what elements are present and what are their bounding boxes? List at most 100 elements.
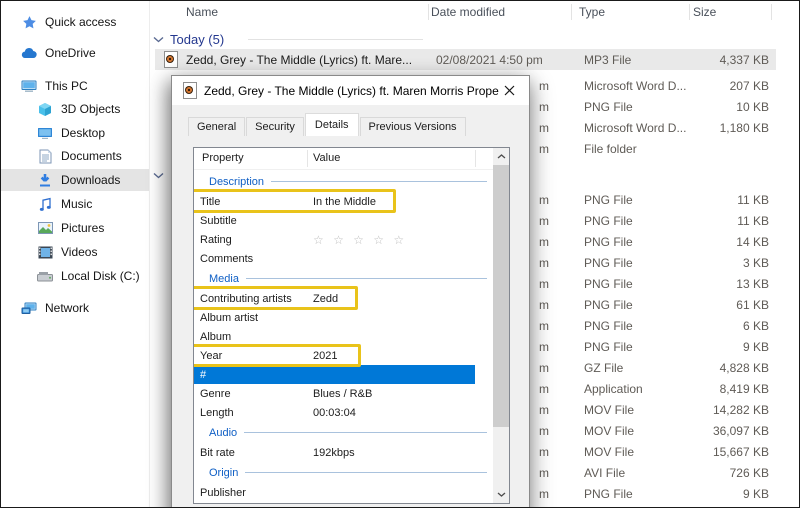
file-size: 11 KB <box>689 193 769 207</box>
property-column-header[interactable]: Property <box>202 152 244 164</box>
sidebar-item-quick-access[interactable]: Quick access <box>1 11 149 33</box>
section-name: Media <box>209 273 239 285</box>
property-row-length[interactable]: Length00:03:04 <box>194 403 493 422</box>
file-date-fragment: m <box>539 235 551 249</box>
scroll-down-icon[interactable] <box>493 486 509 503</box>
chevron-down-icon[interactable] <box>153 172 164 179</box>
file-date-fragment: m <box>539 79 551 93</box>
file-type: PNG File <box>584 235 689 249</box>
dialog-tabs: GeneralSecurityDetailsPrevious Versions <box>188 113 467 136</box>
file-date-fragment: m <box>539 142 551 156</box>
sidebar-item-music[interactable]: Music <box>1 193 149 215</box>
property-row-contributing-artists[interactable]: Contributing artistsZedd <box>194 289 493 308</box>
file-date-fragment: m <box>539 100 551 114</box>
group-header-rule <box>248 39 423 40</box>
file-type: PNG File <box>584 100 689 114</box>
scroll-up-icon[interactable] <box>493 148 509 165</box>
sidebar-item-network[interactable]: Network <box>1 297 149 319</box>
details-list-header: Property Value <box>194 148 493 170</box>
file-date-fragment: m <box>539 298 551 312</box>
dialog-title: Zedd, Grey - The Middle (Lyrics) ft. Mar… <box>204 84 499 98</box>
property-value: Blues / R&B <box>313 388 372 400</box>
mp3-file-icon <box>164 51 178 68</box>
file-date-fragment: m <box>539 319 551 333</box>
details-scrollbar[interactable] <box>493 148 509 503</box>
column-divider[interactable] <box>428 4 429 20</box>
property-row-album-artist[interactable]: Album artist <box>194 308 493 327</box>
column-header-name[interactable]: Name <box>186 1 426 23</box>
sidebar-item-pictures[interactable]: Pictures <box>1 217 149 239</box>
sidebar-item-onedrive[interactable]: OneDrive <box>1 42 149 64</box>
property-label: Genre <box>200 388 231 400</box>
file-row[interactable]: Zedd, Grey - The Middle (Lyrics) ft. Mar… <box>155 49 776 70</box>
property-row-publisher[interactable]: Publisher <box>194 483 493 502</box>
file-type: PNG File <box>584 277 689 291</box>
column-divider[interactable] <box>771 4 772 20</box>
network-icon <box>21 300 37 316</box>
property-label: Year <box>200 350 222 362</box>
sidebar-item-local-disk-c[interactable]: Local Disk (C:) <box>1 265 149 287</box>
scrollbar-thumb[interactable] <box>493 165 509 427</box>
file-explorer-window: Quick accessOneDriveThis PC3D ObjectsDes… <box>0 0 800 508</box>
sidebar-item-3d-objects[interactable]: 3D Objects <box>1 98 149 120</box>
section-name: Audio <box>209 427 237 439</box>
file-date-fragment: m <box>539 445 551 459</box>
property-label: Comments <box>200 253 253 265</box>
property-row-genre[interactable]: Genre Blues / R&B <box>194 384 493 403</box>
column-header-date-modified[interactable]: Date modified <box>431 1 561 23</box>
file-size: 13 KB <box>689 277 769 291</box>
computer-icon <box>21 78 37 94</box>
property-value: Zedd <box>313 293 338 305</box>
property-row-bit-rate[interactable]: Bit rate192kbps <box>194 443 493 462</box>
sidebar-item-documents[interactable]: Documents <box>1 145 149 167</box>
tab-previous-versions[interactable]: Previous Versions <box>360 117 466 136</box>
property-row-title[interactable]: TitleIn the Middle <box>194 192 493 211</box>
file-type: MOV File <box>584 424 689 438</box>
column-divider[interactable] <box>689 4 690 20</box>
property-value: 00:03:04 <box>313 407 356 419</box>
file-type: PNG File <box>584 214 689 228</box>
file-type: PNG File <box>584 340 689 354</box>
rating-stars[interactable]: ☆ ☆ ☆ ☆ ☆ <box>313 233 407 247</box>
file-type: Microsoft Word D... <box>584 121 689 135</box>
dialog-title-bar: Zedd, Grey - The Middle (Lyrics) ft. Mar… <box>172 76 529 105</box>
mp3-file-icon <box>183 82 197 99</box>
file-size: 4,828 KB <box>689 361 769 375</box>
tab-details[interactable]: Details <box>305 113 359 136</box>
file-properties-dialog: Zedd, Grey - The Middle (Lyrics) ft. Mar… <box>171 75 530 508</box>
file-name: Zedd, Grey - The Middle (Lyrics) ft. Mar… <box>186 53 412 67</box>
file-type: File folder <box>584 142 689 156</box>
property-row-rating[interactable]: Rating☆ ☆ ☆ ☆ ☆ <box>194 230 493 249</box>
property-row-[interactable]: # <box>194 365 475 384</box>
property-row-year[interactable]: Year2021 <box>194 346 493 365</box>
property-row-album[interactable]: Album <box>194 327 493 346</box>
file-date-fragment: m <box>539 214 551 228</box>
group-header-today-5[interactable]: Today (5) <box>153 29 224 49</box>
sidebar-item-desktop[interactable]: Desktop <box>1 122 149 144</box>
group-header-hidden[interactable] <box>153 165 164 185</box>
section-rule <box>271 181 487 182</box>
column-header-type[interactable]: Type <box>579 1 679 23</box>
section-header-description: Description <box>194 171 493 192</box>
close-icon[interactable] <box>494 76 524 105</box>
property-row-subtitle[interactable]: Subtitle <box>194 211 493 230</box>
videos-icon <box>37 244 53 260</box>
sidebar-item-downloads[interactable]: Downloads <box>1 169 149 191</box>
property-row-comments[interactable]: Comments <box>194 249 493 268</box>
column-header-size[interactable]: Size <box>693 1 763 23</box>
sidebar-item-videos[interactable]: Videos <box>1 241 149 263</box>
details-rows: Description TitleIn the MiddleSubtitleRat… <box>194 171 493 503</box>
tab-security[interactable]: Security <box>246 117 304 136</box>
sidebar-item-this-pc[interactable]: This PC <box>1 75 149 97</box>
tab-general[interactable]: General <box>188 117 245 136</box>
column-divider[interactable] <box>571 4 572 20</box>
section-rule <box>245 472 487 473</box>
value-column-header[interactable]: Value <box>313 152 340 164</box>
section-rule <box>244 432 487 433</box>
chevron-down-icon[interactable] <box>153 36 164 43</box>
music-icon <box>37 196 53 212</box>
section-header-media: Media <box>194 268 493 289</box>
file-size: 14 KB <box>689 235 769 249</box>
file-type: PNG File <box>584 298 689 312</box>
section-name: Description <box>209 176 264 188</box>
